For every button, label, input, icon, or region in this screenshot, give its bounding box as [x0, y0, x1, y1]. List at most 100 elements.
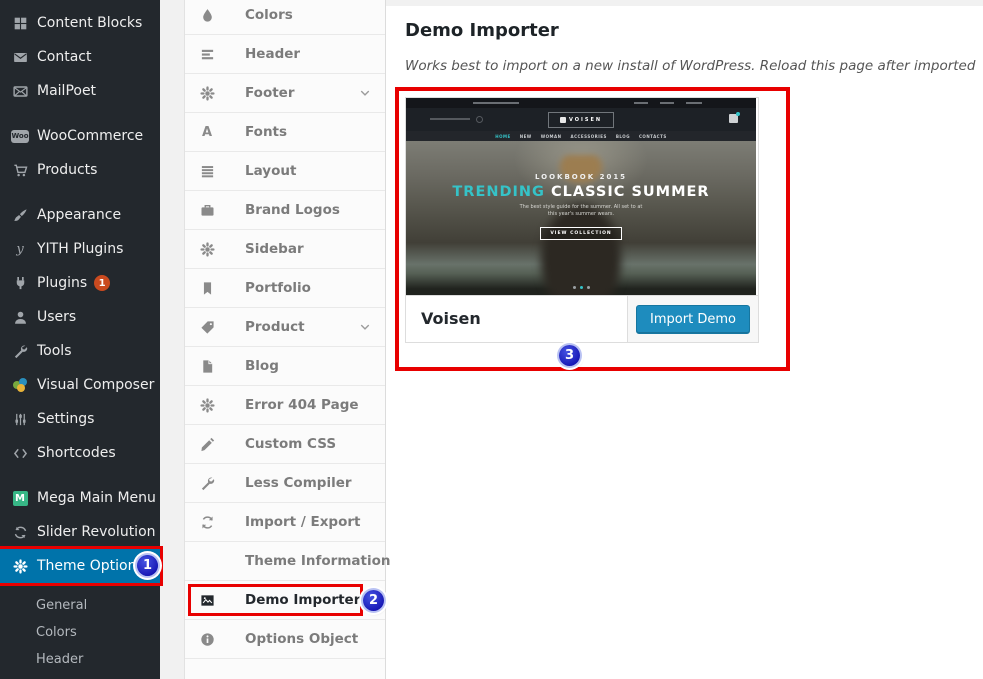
sync-icon — [199, 514, 215, 530]
sidebar-item-plugins[interactable]: Plugins 1 — [0, 266, 160, 300]
sidebar-item-products[interactable]: Products — [0, 153, 160, 187]
options-item-sidebar[interactable]: Sidebar — [185, 230, 385, 269]
submenu-item-colors[interactable]: Colors — [0, 619, 160, 646]
sidebar-item-label: Tools — [37, 343, 72, 359]
content-blocks-icon — [12, 15, 28, 31]
options-item-error-404-page[interactable]: Error 404 Page — [185, 386, 385, 425]
options-item-blog[interactable]: Blog — [185, 347, 385, 386]
preview-logo: VOISEN — [548, 112, 614, 128]
theme-options-submenu: GeneralColorsHeader — [0, 592, 160, 673]
wp-admin-sidebar: Content Blocks Contact MailPoet WooWooComme… — [0, 0, 160, 679]
options-item-import-export[interactable]: Import / Export — [185, 503, 385, 542]
sidebar-item-theme-options[interactable]: Theme Options1 — [0, 549, 160, 583]
preview-nav-item: WOMAN — [541, 134, 562, 139]
options-item-label: Import / Export — [245, 514, 360, 530]
sidebar-item-mailpoet[interactable]: MailPoet — [0, 74, 160, 108]
image-icon — [199, 592, 215, 608]
briefcase-icon — [199, 202, 215, 218]
annotation-step-3: 3 — [559, 345, 580, 366]
submenu-item-general[interactable]: General — [0, 592, 160, 619]
options-item-footer[interactable]: Footer — [185, 74, 385, 113]
sidebar-item-tools[interactable]: Tools — [0, 334, 160, 368]
preview-slider-dots — [406, 286, 756, 289]
submenu-item-header[interactable]: Header — [0, 646, 160, 673]
sidebar-item-label: Shortcodes — [37, 445, 116, 461]
preview-tagline: The best style guide for the summer. All… — [406, 204, 756, 218]
annotation-box-3: VOISEN HOMENEWWOMANACCESSORIESBLOGCONTAC… — [395, 87, 790, 371]
visual-composer-icon — [12, 377, 28, 393]
options-item-label: Portfolio — [245, 280, 311, 296]
gear-icon — [12, 558, 28, 574]
sidebar-item-label: Settings — [37, 411, 94, 427]
sidebar-item-content-blocks[interactable]: Content Blocks — [0, 6, 160, 40]
sidebar-item-mega-main-menu[interactable]: MMega Main Menu — [0, 481, 160, 515]
options-item-custom-css[interactable]: Custom CSS — [185, 425, 385, 464]
sidebar-item-users[interactable]: Users — [0, 300, 160, 334]
options-item-less-compiler[interactable]: Less Compiler — [185, 464, 385, 503]
options-item-portfolio[interactable]: Portfolio — [185, 269, 385, 308]
chevron-down-icon — [359, 87, 371, 99]
plug-icon — [12, 275, 28, 291]
demo-card: VOISEN HOMENEWWOMANACCESSORIESBLOGCONTAC… — [405, 97, 759, 343]
sidebar-item-woocommerce[interactable]: WooWooCommerce — [0, 119, 160, 153]
options-item-colors[interactable]: Colors — [185, 0, 385, 35]
sidebar-item-label: Plugins — [37, 275, 87, 291]
sidebar-item-label: Content Blocks — [37, 15, 142, 31]
options-item-label: Options Object — [245, 631, 358, 647]
options-item-layout[interactable]: Layout — [185, 152, 385, 191]
preview-lookbook-text: LOOKBOOK 2015 — [406, 173, 756, 181]
gear-icon — [199, 85, 215, 101]
options-item-product[interactable]: Product — [185, 308, 385, 347]
pencil-icon — [199, 436, 215, 452]
preview-topbar-link-bar — [686, 102, 702, 104]
preview-search-icon — [476, 116, 483, 123]
update-count-badge: 1 — [94, 275, 110, 291]
mailpoet-icon — [12, 83, 28, 99]
options-item-label: Fonts — [245, 124, 287, 140]
options-item-label: Footer — [245, 85, 295, 101]
sidebar-item-appearance[interactable]: Appearance — [0, 198, 160, 232]
options-item-brand-logos[interactable]: Brand Logos — [185, 191, 385, 230]
options-item-options-object[interactable]: Options Object — [185, 620, 385, 659]
slider-revolution-icon — [12, 524, 28, 540]
options-item-label: Sidebar — [245, 241, 304, 257]
sidebar-item-label: Products — [37, 162, 97, 178]
sidebar-item-settings[interactable]: Settings — [0, 402, 160, 436]
droplet-icon — [199, 7, 215, 23]
preview-topbar-link-bar — [660, 102, 674, 104]
options-item-fonts[interactable]: AFonts — [185, 113, 385, 152]
sidebar-item-visual-composer[interactable]: Visual Composer — [0, 368, 160, 402]
code-icon — [12, 445, 28, 461]
preview-cart-icon — [729, 114, 738, 123]
options-item-label: Theme Information — [245, 553, 390, 569]
demo-card-footer: Voisen Import Demo — [406, 295, 758, 342]
options-item-theme-information[interactable]: Theme Information — [185, 542, 385, 581]
theme-options-menu: Colors Header Footer AFontsLayoutBrand Logo… — [185, 0, 385, 659]
options-item-label: Header — [245, 46, 300, 62]
layout-lines-icon — [199, 163, 215, 179]
sidebar-item-label: WooCommerce — [37, 128, 143, 144]
admin-menu: Content Blocks Contact MailPoet WooWooComme… — [0, 0, 160, 583]
page-title: Demo Importer — [405, 20, 983, 41]
options-item-label: Product — [245, 319, 305, 335]
options-item-header[interactable]: Header — [185, 35, 385, 74]
yith-icon: y — [12, 241, 28, 257]
options-item-demo-importer[interactable]: Demo Importer2 — [185, 581, 385, 620]
header-lines-icon — [199, 46, 215, 62]
options-item-label: Custom CSS — [245, 436, 336, 452]
sidebar-item-slider-revolution[interactable]: Slider Revolution — [0, 515, 160, 549]
preview-nav-item: CONTACTS — [639, 134, 667, 139]
bookmark-icon — [199, 280, 215, 296]
options-item-label: Error 404 Page — [245, 397, 359, 413]
sidebar-item-yith-plugins[interactable]: yYITH Plugins — [0, 232, 160, 266]
tag-icon — [199, 319, 215, 335]
sidebar-item-label: Mega Main Menu — [37, 490, 156, 506]
file-icon — [199, 358, 215, 374]
sidebar-item-contact[interactable]: Contact — [0, 40, 160, 74]
import-demo-button[interactable]: Import Demo — [636, 305, 750, 334]
page: Content Blocks Contact MailPoet WooWooComme… — [0, 0, 983, 679]
sidebar-item-label: Contact — [37, 49, 91, 65]
options-item-label: Demo Importer — [245, 592, 360, 608]
sidebar-item-shortcodes[interactable]: Shortcodes — [0, 436, 160, 470]
contact-mail-icon — [12, 49, 28, 65]
